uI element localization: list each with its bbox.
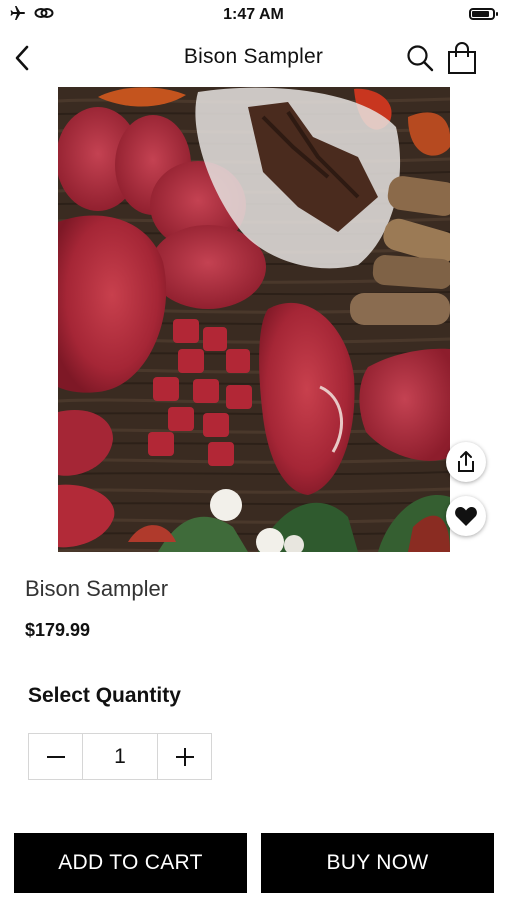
minus-icon bbox=[46, 755, 65, 758]
plus-icon bbox=[175, 747, 194, 766]
search-button[interactable] bbox=[402, 40, 438, 76]
status-bar: 1:47 AM bbox=[0, 0, 507, 30]
battery-icon bbox=[469, 8, 498, 20]
share-button[interactable] bbox=[446, 442, 486, 482]
increment-button[interactable] bbox=[158, 734, 211, 779]
decrement-button[interactable] bbox=[29, 734, 82, 779]
buy-now-button[interactable]: BUY NOW bbox=[261, 833, 494, 893]
battery-level bbox=[472, 11, 489, 17]
status-time: 1:47 AM bbox=[223, 6, 284, 23]
quantity-stepper: 1 bbox=[28, 733, 212, 780]
quantity-label: Select Quantity bbox=[28, 684, 181, 707]
add-to-cart-button[interactable]: ADD TO CART bbox=[14, 833, 247, 893]
heart-icon bbox=[455, 507, 477, 526]
share-icon bbox=[458, 451, 474, 472]
search-icon bbox=[407, 45, 434, 72]
product-name: Bison Sampler bbox=[25, 576, 169, 601]
product-image bbox=[58, 87, 450, 552]
product-price: $179.99 bbox=[25, 620, 91, 640]
shopping-bag-icon bbox=[448, 42, 476, 74]
quantity-value[interactable]: 1 bbox=[82, 734, 158, 779]
nav-bar: Bison Sampler bbox=[0, 30, 507, 86]
favorite-button[interactable] bbox=[446, 496, 486, 536]
cart-button[interactable] bbox=[442, 38, 482, 78]
